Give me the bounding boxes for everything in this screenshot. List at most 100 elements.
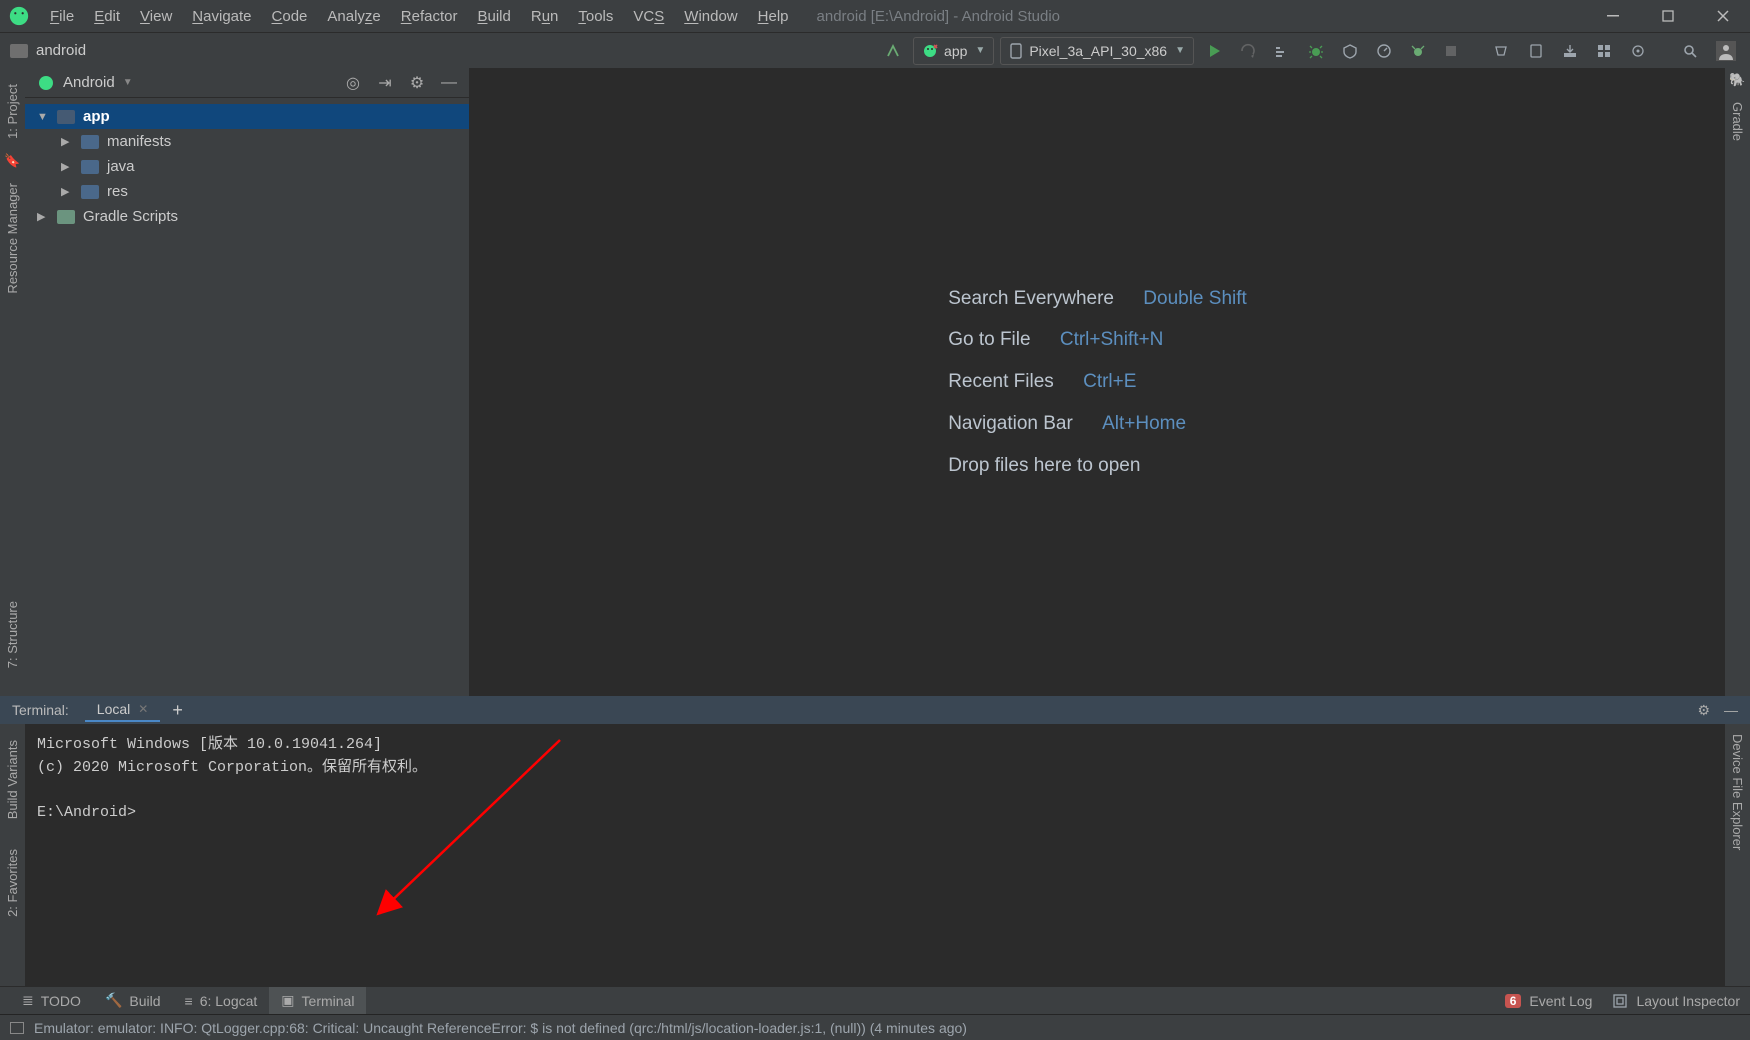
menubar: File Edit View Navigate Code Analyze Ref… — [0, 0, 1750, 32]
hide-icon[interactable]: — — [439, 73, 459, 93]
hint-label: Search Everywhere — [948, 278, 1114, 320]
collapse-all-icon[interactable]: ⇥ — [375, 73, 395, 93]
bottom-tab-6-logcat[interactable]: ≡6: Logcat — [173, 987, 270, 1014]
folder-icon — [81, 135, 99, 149]
avatar-icon[interactable] — [1710, 38, 1742, 64]
menu-window[interactable]: Window — [674, 8, 747, 25]
folder-icon — [81, 160, 99, 174]
scroll-to-source-icon[interactable]: ◎ — [343, 73, 363, 93]
bottom-tab-todo[interactable]: ≣ TODO — [10, 987, 93, 1014]
sidebar-tab-resource-manager[interactable]: Resource Manager — [3, 173, 22, 304]
settings-icon[interactable]: ⚙ — [1697, 702, 1710, 719]
menu-view[interactable]: View — [130, 8, 182, 25]
bottom-tab-build[interactable]: 🔨Build — [93, 987, 173, 1014]
menu-refactor[interactable]: Refactor — [391, 8, 468, 25]
project-tree[interactable]: ▼ app ▶ manifests ▶ java ▶ res ▶ — [25, 98, 469, 235]
new-terminal-tab-button[interactable]: + — [172, 700, 183, 721]
tree-node-java[interactable]: ▶ java — [25, 154, 469, 179]
sidebar-tab-gradle[interactable]: Gradle — [1728, 92, 1747, 151]
menu-analyze[interactable]: Analyze — [317, 8, 390, 25]
event-log-button[interactable]: 6 Event Log — [1505, 993, 1593, 1009]
status-bar: Emulator: emulator: INFO: QtLogger.cpp:6… — [0, 1014, 1750, 1040]
layout-inspector-button[interactable]: Layout Inspector — [1612, 993, 1740, 1009]
chevron-down-icon: ▼ — [1175, 45, 1185, 56]
make-project-icon[interactable] — [879, 38, 907, 64]
breadcrumb[interactable]: android — [10, 42, 86, 59]
device-label: Pixel_3a_API_30_x86 — [1029, 43, 1167, 59]
minimize-button[interactable] — [1585, 0, 1640, 32]
sidebar-tab-build-variants[interactable]: Build Variants — [3, 730, 22, 829]
hide-icon[interactable]: — — [1724, 702, 1738, 719]
settings-icon[interactable]: ⚙ — [407, 73, 427, 93]
sync-project-icon[interactable] — [1488, 38, 1516, 64]
tree-node-app[interactable]: ▼ app — [25, 104, 469, 129]
terminal-tab-local[interactable]: Local✕ — [85, 698, 161, 722]
search-everywhere-icon[interactable] — [1676, 38, 1704, 64]
sidebar-tab-favorites[interactable]: 2: Favorites — [3, 839, 22, 927]
apply-changes-icon[interactable] — [1234, 38, 1262, 64]
tab-icon: 🔨 — [105, 992, 122, 1009]
chevron-right-icon: ▶ — [61, 135, 75, 148]
stop-button[interactable] — [1438, 38, 1464, 64]
run-config-selector[interactable]: app ▼ — [913, 37, 994, 65]
attach-debugger-icon[interactable] — [1404, 38, 1432, 64]
sidebar-tab-project[interactable]: 1: Project — [3, 74, 22, 149]
hint-shortcut: Ctrl+Shift+N — [1060, 319, 1163, 361]
window-title: android [E:\Android] - Android Studio — [817, 8, 1061, 25]
close-icon[interactable]: ✕ — [138, 702, 148, 716]
menu-vcs[interactable]: VCS — [623, 8, 674, 25]
terminal-title: Terminal: — [12, 702, 69, 718]
breadcrumb-label: android — [36, 42, 86, 59]
apply-code-changes-icon[interactable] — [1268, 38, 1296, 64]
troubleshoot-icon[interactable] — [1624, 38, 1652, 64]
tab-icon: ≣ — [22, 992, 34, 1009]
bottom-tab-terminal[interactable]: ▣Terminal — [269, 987, 366, 1014]
run-button[interactable] — [1200, 38, 1228, 64]
menu-tools[interactable]: Tools — [568, 8, 623, 25]
tree-node-manifests[interactable]: ▶ manifests — [25, 129, 469, 154]
tree-node-res[interactable]: ▶ res — [25, 179, 469, 204]
project-tool-window: Android ▼ ◎ ⇥ ⚙ — ▼ app ▶ manifests — [25, 68, 470, 696]
hint-label: Navigation Bar — [948, 403, 1073, 445]
tab-label: 6: Logcat — [200, 993, 258, 1009]
navigation-toolbar: android app ▼ Pixel_3a_API_30_x86 ▼ — [0, 32, 1750, 68]
maximize-button[interactable] — [1640, 0, 1695, 32]
profiler-icon[interactable] — [1370, 38, 1398, 64]
menu-help[interactable]: Help — [748, 8, 799, 25]
resource-manager-icon[interactable] — [1590, 38, 1618, 64]
bottom-tool-tabs: ≣ TODO 🔨Build≡6: Logcat▣Terminal 6 Event L… — [0, 986, 1750, 1014]
menu-code[interactable]: Code — [262, 8, 318, 25]
hint-shortcut: Double Shift — [1143, 278, 1247, 320]
coverage-icon[interactable] — [1336, 38, 1364, 64]
status-message-text: Emulator: emulator: INFO: QtLogger.cpp:6… — [34, 1020, 967, 1036]
hint-label: Go to File — [948, 319, 1030, 361]
device-selector[interactable]: Pixel_3a_API_30_x86 ▼ — [1000, 37, 1194, 65]
avd-manager-icon[interactable] — [1522, 38, 1550, 64]
menu-navigate[interactable]: Navigate — [182, 8, 261, 25]
debug-button[interactable] — [1302, 38, 1330, 64]
chevron-down-icon: ▼ — [975, 45, 985, 56]
event-count-badge: 6 — [1505, 994, 1522, 1008]
tree-node-gradle-scripts[interactable]: ▶ Gradle Scripts — [25, 204, 469, 229]
folder-icon — [81, 185, 99, 199]
sidebar-tab-structure[interactable]: 7: Structure — [3, 591, 22, 678]
terminal-header: Terminal: Local✕ + ⚙ — — [0, 696, 1750, 724]
close-button[interactable] — [1695, 0, 1750, 32]
chevron-down-icon: ▼ — [37, 111, 51, 123]
terminal-output[interactable]: Microsoft Windows [版本 10.0.19041.264] (c… — [25, 724, 1725, 986]
hint-shortcut: Alt+Home — [1102, 403, 1186, 445]
menu-file[interactable]: File — [40, 8, 84, 25]
menu-run[interactable]: Run — [521, 8, 569, 25]
sidebar-tab-bookmark-icon[interactable]: 🔖 — [2, 149, 22, 173]
sidebar-tab-device-file-explorer[interactable]: Device File Explorer — [1728, 724, 1747, 860]
gradle-elephant-icon[interactable]: 🐘 — [1727, 68, 1747, 92]
menu-edit[interactable]: Edit — [84, 8, 130, 25]
sdk-manager-icon[interactable] — [1556, 38, 1584, 64]
menu-build[interactable]: Build — [467, 8, 520, 25]
chevron-right-icon: ▶ — [61, 160, 75, 173]
project-view-selector[interactable]: Android ▼ — [37, 74, 133, 92]
tab-label: TODO — [41, 993, 81, 1009]
editor-empty-state: Search Everywhere Double Shift Go to Fil… — [470, 68, 1725, 696]
tool-window-toggle-icon[interactable] — [10, 1022, 24, 1034]
window-controls — [1585, 0, 1750, 32]
